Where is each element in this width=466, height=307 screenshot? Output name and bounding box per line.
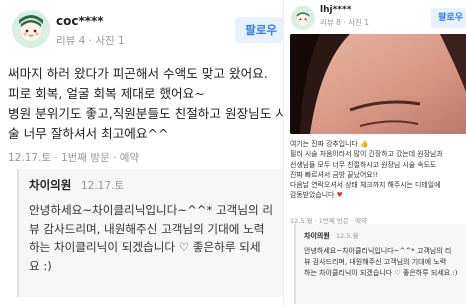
username[interactable]: lhj**** bbox=[320, 5, 351, 15]
follow-button[interactable]: 팔로우 bbox=[431, 8, 466, 28]
reply-text: 안녕하세요~차이클리닉입니다~^^* 고객님의 리 뷰 감사드리며, 내원해주신… bbox=[304, 246, 466, 279]
review-meta: 리뷰 8 · 사진 1 bbox=[320, 18, 370, 27]
review-text: 써마지 하러 왔다가 피곤해서 수액도 맞고 왔어요. 피로 회복, 얼굴 회복… bbox=[8, 64, 283, 144]
reply-line: 뷰 감사드리며, 내원해주신 고객님의 기대에 노력 bbox=[29, 221, 265, 236]
review-card-left: coc**** 리뷰 4 · 사진 1 팔로우 써마지 하러 왔다가 피곤해서 … bbox=[0, 0, 283, 307]
review-line: 술 너무 잘하셔서 최고에요^^ bbox=[8, 126, 169, 141]
username[interactable]: coc**** bbox=[56, 14, 104, 28]
review-line: 선생님들 모두 너무 친절하시고 원장님 시술 속도도 bbox=[290, 160, 437, 169]
review-line: 병원 분위기도 좋고,직원분들도 친절하고 원장님도 시 bbox=[8, 106, 283, 121]
review-line-text: 감동받았습니다 bbox=[290, 191, 335, 200]
visit-info: 12.17.토 · 1번째 방문 · 예약 bbox=[8, 152, 140, 164]
avatar-icon[interactable] bbox=[291, 6, 315, 30]
review-line: 피로 회복, 얼굴 회복 제대로 했어요~ bbox=[8, 86, 205, 101]
owner-reply: 차이의원 12.17.토 안녕하세요~차이클리닉입니다~^^* 고객님의 리 뷰… bbox=[17, 169, 283, 297]
review-photo[interactable] bbox=[290, 34, 466, 134]
review-line: 여기는 진짜 강추입니다 👍 bbox=[290, 140, 369, 148]
review-line: 써마지 하러 왔다가 피곤해서 수액도 맞고 왔어요. bbox=[8, 66, 268, 81]
review-text: 여기는 진짜 강추입니다 👍 필러 시술 처음이라서 많이 긴장하고 갔는데 원… bbox=[290, 139, 466, 201]
reply-line: 하는 차이클리닉이 되겠습니다 ♡ 좋은하루 되세 bbox=[29, 240, 261, 254]
review-header: coc**** 리뷰 4 · 사진 1 팔로우 bbox=[8, 8, 283, 50]
reply-owner-name: 차이의원 bbox=[29, 178, 72, 192]
reply-line: 하는 차이클리닉이 되겠습니다 ♡ 좋은하루 되세요 :) bbox=[304, 269, 458, 277]
review-line: 진짜 빠르셔서 금방 끝났어요!! bbox=[290, 170, 379, 179]
follow-button[interactable]: 팔로우 bbox=[235, 17, 283, 43]
reply-line: 안녕하세요~차이클리닉입니다~^^* 고객님의 리 bbox=[304, 247, 452, 255]
avatar-icon[interactable] bbox=[12, 10, 50, 48]
reply-line: 요 :) bbox=[29, 258, 52, 273]
reply-line: 뷰 감사드리며, 내원해주신 고객님의 기대에 노력 bbox=[304, 258, 447, 266]
reply-owner-name: 차이의원 bbox=[304, 232, 330, 240]
reply-header: 차이의원 12.5.월 bbox=[304, 230, 466, 241]
review-meta: 리뷰 4 · 사진 1 bbox=[56, 35, 125, 47]
owner-reply: 차이의원 12.5.월 안녕하세요~차이클리닉입니다~^^* 고객님의 리 뷰 … bbox=[294, 224, 466, 304]
reply-text: 안녕하세요~차이클리닉입니다~^^* 고객님의 리 뷰 감사드리며, 내원해주신… bbox=[29, 201, 283, 275]
reply-header: 차이의원 12.17.토 bbox=[29, 177, 283, 193]
reply-date: 12.17.토 bbox=[80, 180, 125, 192]
review-card-right: lhj**** 리뷰 8 · 사진 1 팔로우 여기는 진짜 강추입니다 👍 필… bbox=[283, 0, 466, 307]
heart-icon: ♥ bbox=[336, 191, 343, 200]
reply-line: 안녕하세요~차이클리닉입니다~^^* 고객님의 리 bbox=[29, 203, 274, 217]
review-line: 다음날 연락오셔서 상태 체크까지 해주시는 디테일에 bbox=[290, 181, 441, 190]
review-line: 필러 시술 처음이라서 많이 긴장하고 갔는데 원장님과 bbox=[290, 150, 443, 159]
review-line: 감동받았습니다 ♥ bbox=[290, 190, 466, 200]
reply-date: 12.5.월 bbox=[336, 232, 359, 240]
